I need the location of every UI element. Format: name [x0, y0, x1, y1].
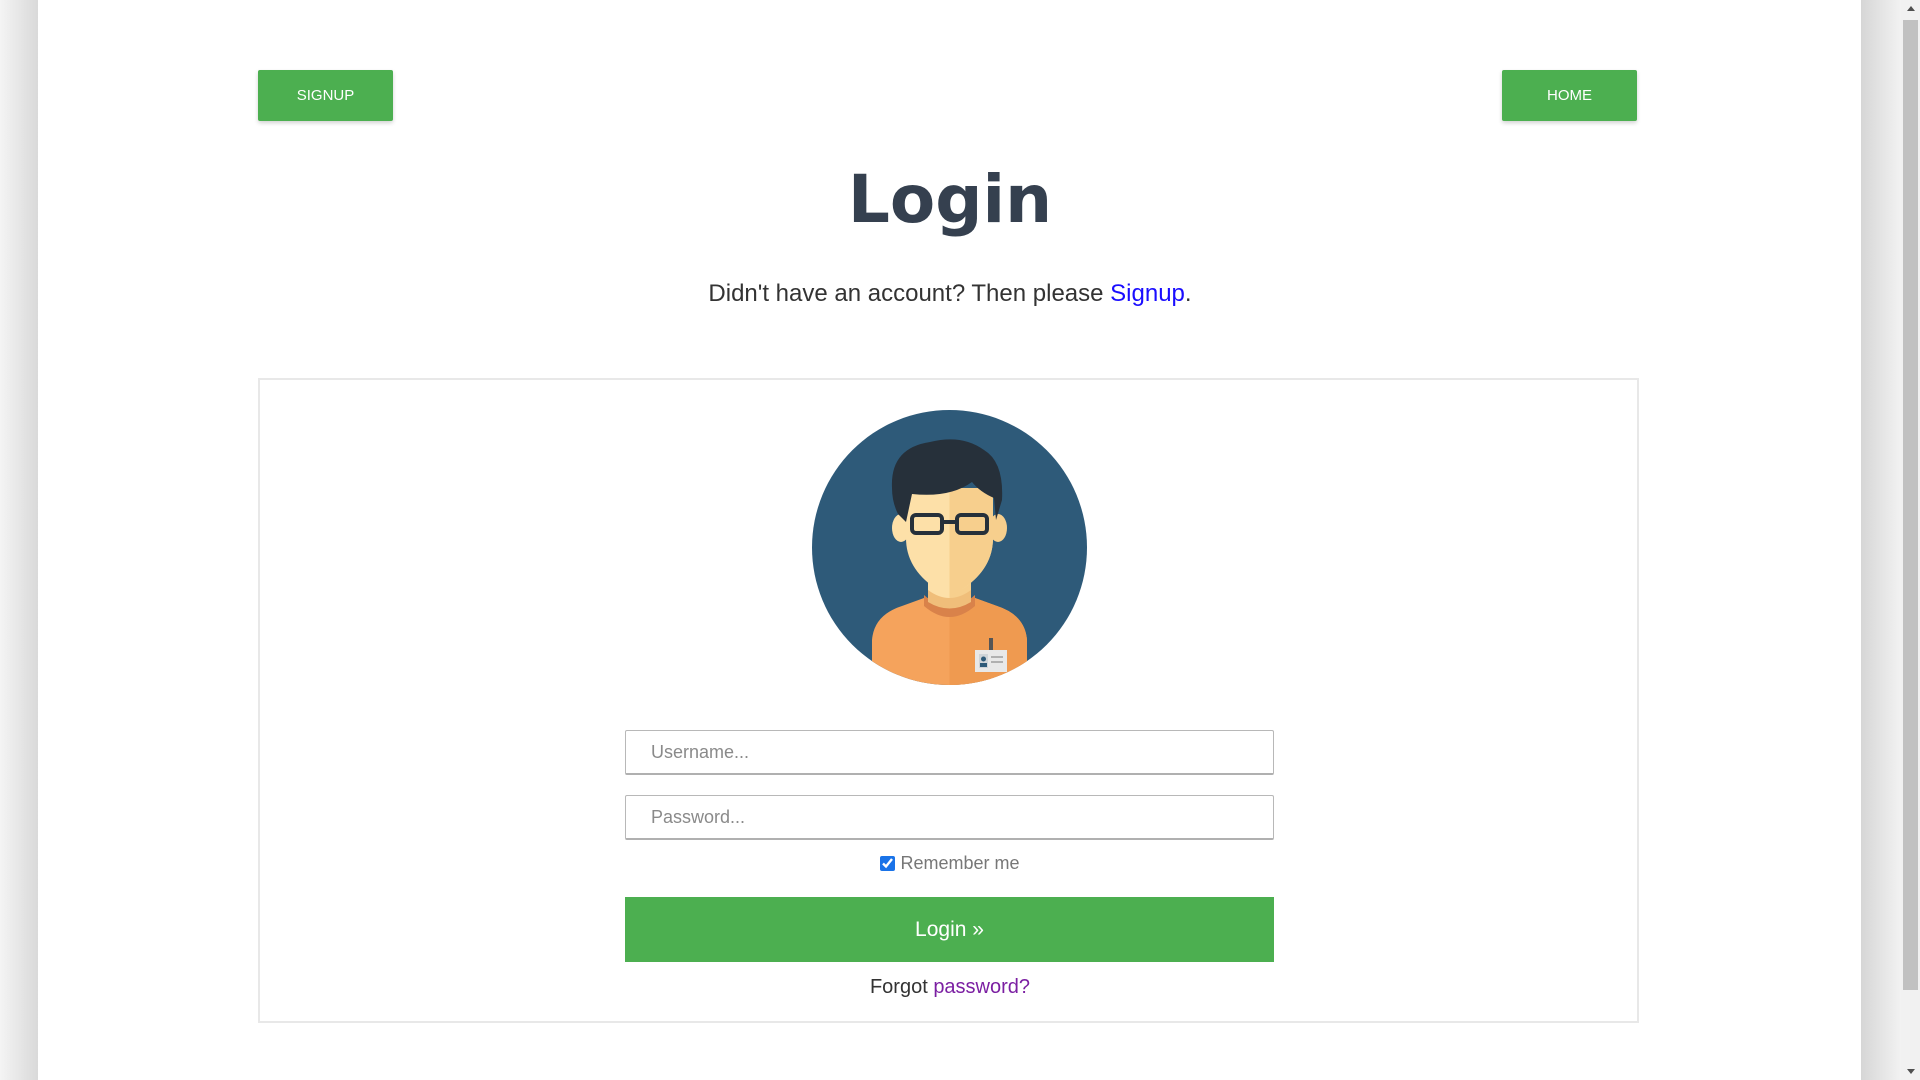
- password-input[interactable]: [625, 795, 1274, 840]
- signup-prompt-suffix: .: [1184, 280, 1192, 307]
- user-avatar-icon: [812, 410, 1087, 685]
- signup-prompt: Didn't have an account? Then please Sign…: [0, 278, 1900, 310]
- chevron-up-icon: [1906, 6, 1915, 11]
- username-input[interactable]: [625, 730, 1274, 775]
- scroll-down-button[interactable]: [1901, 1063, 1920, 1080]
- forgot-password: Forgot password?: [0, 973, 1900, 1001]
- remember-me: Remember me: [0, 853, 1900, 874]
- signup-prompt-text: Didn't have an account? Then please: [708, 280, 1111, 307]
- home-button[interactable]: HOME: [1502, 70, 1637, 121]
- scrollbar-thumb[interactable]: [1903, 20, 1918, 990]
- forgot-prefix: Forgot: [869, 976, 934, 998]
- forgot-password-link[interactable]: password?: [933, 976, 1030, 998]
- page-title: Login: [847, 161, 1053, 238]
- remember-me-checkbox[interactable]: [880, 856, 896, 871]
- vertical-scrollbar[interactable]: [1901, 0, 1920, 1080]
- remember-me-label: Remember me: [900, 853, 1020, 873]
- scroll-up-button[interactable]: [1901, 0, 1920, 17]
- signup-link[interactable]: Signup: [1110, 280, 1185, 307]
- chevron-down-icon: [1906, 1069, 1915, 1074]
- login-button[interactable]: Login »: [625, 897, 1274, 962]
- signup-button[interactable]: SIGNUP: [258, 70, 393, 121]
